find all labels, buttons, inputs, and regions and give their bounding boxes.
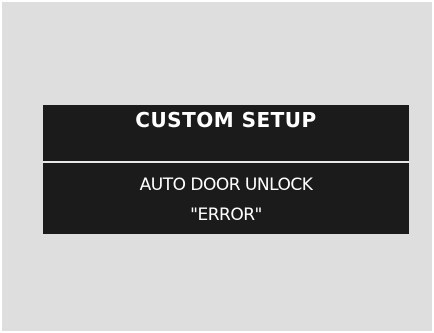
custom-setup-panel: CUSTOM SETUP AUTO DOOR UNLOCK "ERROR": [43, 105, 409, 234]
display-screen: CUSTOM SETUP AUTO DOOR UNLOCK "ERROR": [2, 2, 432, 331]
panel-title: CUSTOM SETUP: [135, 108, 317, 132]
setting-status: "ERROR": [190, 205, 262, 225]
setting-name: AUTO DOOR UNLOCK: [139, 175, 313, 195]
panel-divider: [43, 161, 409, 163]
